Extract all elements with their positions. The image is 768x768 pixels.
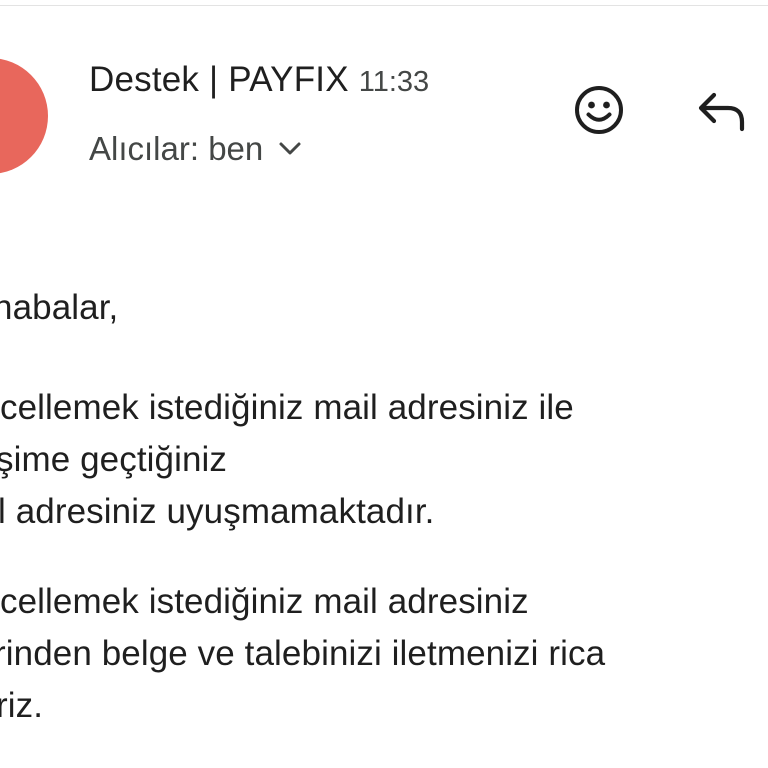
chevron-down-icon [279,142,301,155]
sender-line: Destek | PAYFIX 11:33 [89,60,429,100]
add-reaction-icon [575,86,623,134]
body-line: şime geçtiğiniz [0,440,228,479]
email-view: Destek | PAYFIX 11:33 Alıcılar: ben habal… [0,0,768,768]
greeting-line: habalar, [0,288,119,327]
reply-icon [698,92,745,132]
email-time: 11:33 [358,66,430,98]
reply-button[interactable] [692,80,752,140]
body-line: riz. [0,686,44,725]
add-reaction-button[interactable] [569,80,629,140]
body-line: cellemek istediğiniz mail adresiniz [0,582,529,621]
recipients-toggle[interactable]: Alıcılar: ben [89,130,303,168]
body-line: rinden belge ve talebinizi iletmenizi ri… [0,634,606,673]
recipients-label: Alıcılar: ben [89,130,264,167]
sender-name[interactable]: Destek | PAYFIX [89,60,349,99]
header-divider [0,5,768,6]
body-line: l adresiniz uyuşmamaktadır. [0,492,435,531]
body-line: cellemek istediğiniz mail adresiniz ile [0,388,574,427]
sender-avatar[interactable] [0,58,48,174]
